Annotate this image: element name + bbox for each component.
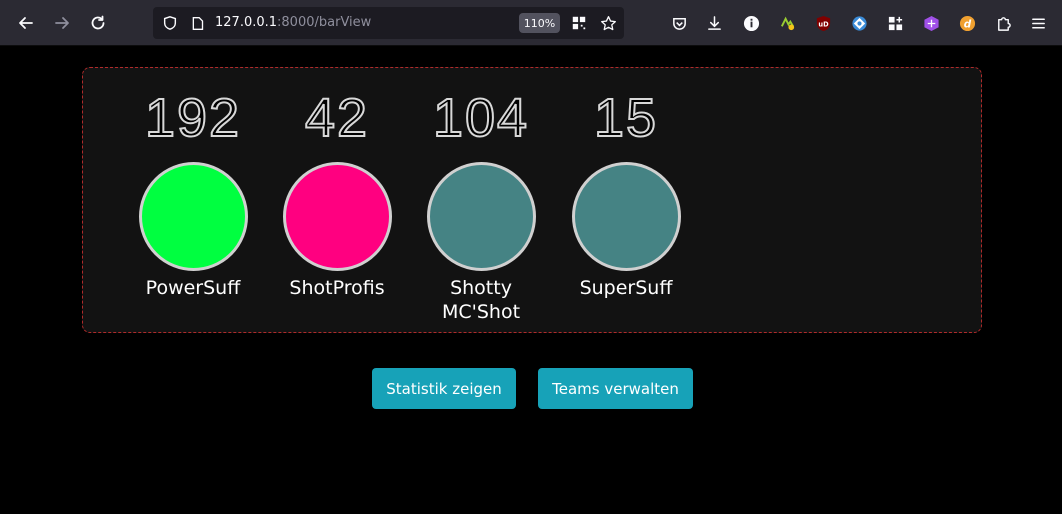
team-name: ShotProfis (289, 277, 385, 299)
tor-onion-icon[interactable] (922, 14, 940, 32)
arrow-right-icon (55, 17, 69, 29)
team-card: 104 Shotty MC'Shot (411, 68, 551, 334)
zoom-level-badge[interactable]: 110% (519, 13, 560, 33)
shield-icon[interactable] (161, 14, 179, 32)
hamburger-menu-icon[interactable] (1029, 14, 1047, 32)
back-button[interactable] (12, 9, 40, 37)
page-icon[interactable] (188, 14, 206, 32)
team-score: 192 (144, 87, 242, 149)
url-host: 127.0.0.1 (215, 15, 278, 30)
scoreboard-panel: 192 PowerSuff 42 ShotProfis 104 Shotty M… (82, 67, 982, 333)
bookmark-star-icon[interactable] (599, 14, 617, 32)
team-card: 42 ShotProfis (267, 68, 407, 334)
team-color-circle[interactable] (139, 162, 248, 271)
url-text[interactable]: 127.0.0.1:8000/barView (215, 15, 371, 30)
team-name: PowerSuff (145, 277, 241, 299)
team-color-circle[interactable] (572, 162, 681, 271)
dark-reader-icon[interactable] (850, 14, 868, 32)
team-score: 104 (432, 87, 530, 149)
show-statistics-button[interactable]: Statistik zeigen (372, 368, 516, 409)
reload-icon (91, 15, 105, 30)
team-name: Shotty MC'Shot (441, 277, 521, 323)
download-icon[interactable] (705, 14, 723, 32)
url-bar[interactable]: 127.0.0.1:8000/barView 110% (153, 7, 624, 39)
ublock-origin-icon[interactable]: uD (814, 14, 832, 32)
team-color-circle[interactable] (283, 162, 392, 271)
d-extension-icon[interactable]: d (958, 14, 976, 32)
reload-button[interactable] (84, 9, 112, 37)
svg-text:uD: uD (818, 20, 829, 28)
team-name: SuperSuff (579, 277, 673, 299)
team-color-circle[interactable] (427, 162, 536, 271)
pocket-icon[interactable] (670, 14, 688, 32)
team-score: 15 (593, 87, 659, 149)
browser-toolbar: 127.0.0.1:8000/barView 110% uD d (0, 0, 1062, 46)
manage-teams-button[interactable]: Teams verwalten (538, 368, 693, 409)
arrow-left-icon (19, 17, 33, 29)
team-card: 15 SuperSuff (556, 68, 696, 334)
puzzle-icon[interactable] (994, 14, 1012, 32)
info-circle-icon[interactable] (742, 14, 760, 32)
url-path: :8000/barView (277, 15, 372, 30)
team-score: 42 (304, 87, 370, 149)
forward-button[interactable] (48, 9, 76, 37)
svg-text:d: d (963, 18, 971, 30)
add-extension-icon[interactable] (886, 14, 904, 32)
qr-code-icon[interactable] (570, 14, 588, 32)
team-card: 192 PowerSuff (123, 68, 263, 334)
grammar-checker-icon[interactable] (778, 14, 796, 32)
